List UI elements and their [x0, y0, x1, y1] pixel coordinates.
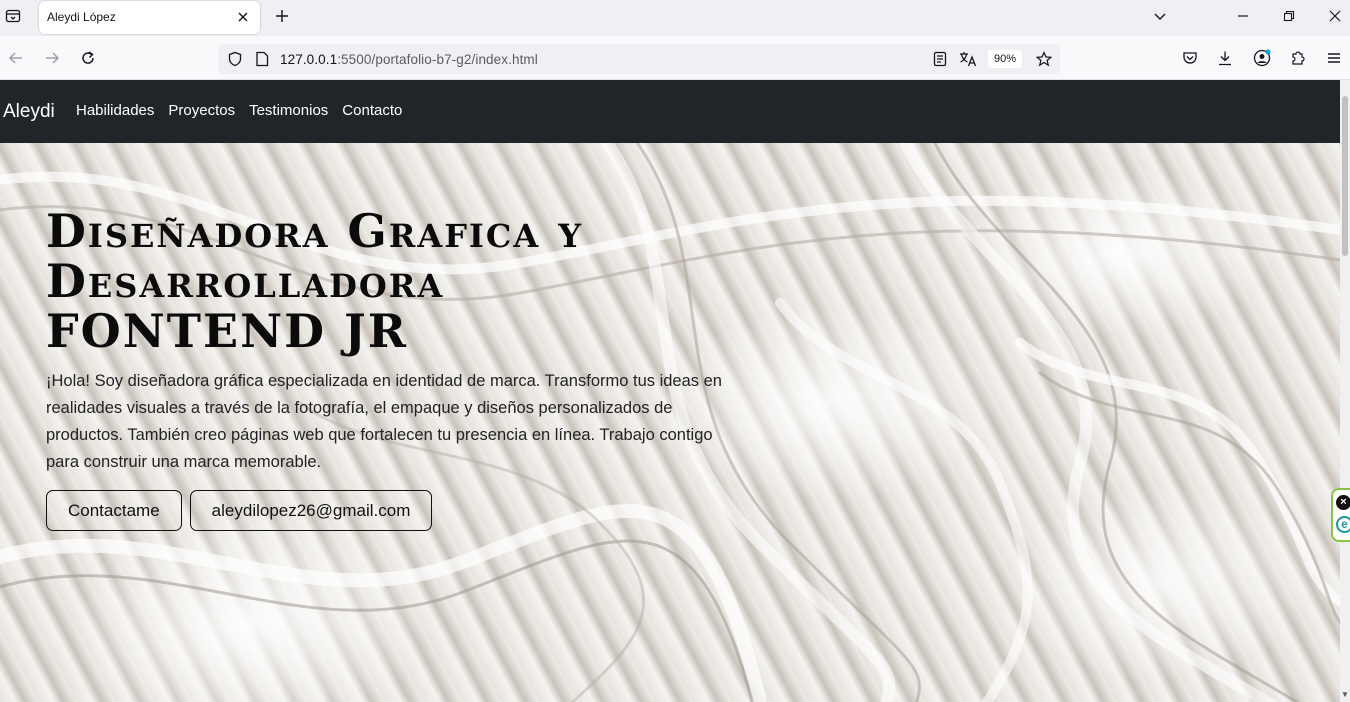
- close-circle-icon[interactable]: ×: [1336, 495, 1350, 510]
- chevron-down-icon[interactable]: [1147, 4, 1173, 28]
- contact-button[interactable]: Contactame: [46, 490, 182, 531]
- page-icon[interactable]: [253, 50, 271, 68]
- site-navbar: Aleydi Habilidades Proyectos Testimonios…: [0, 80, 1340, 143]
- browser-toolbar: 127.0.0.1:5500/portafolio-b7-g2/index.ht…: [0, 36, 1350, 80]
- scroll-down-arrow-icon[interactable]: ▼: [1341, 690, 1349, 700]
- reader-view-icon[interactable]: [931, 50, 949, 68]
- extension-e-icon[interactable]: e: [1336, 516, 1350, 533]
- minimize-icon[interactable]: [1230, 4, 1256, 28]
- hamburger-icon[interactable]: [1323, 47, 1345, 69]
- account-icon[interactable]: [1251, 47, 1273, 69]
- site-nav-links: Habilidades Proyectos Testimonios Contac…: [76, 102, 402, 119]
- puzzle-icon[interactable]: [1287, 47, 1309, 69]
- hero-title-line-2: Desarrolladora: [46, 254, 445, 308]
- url-path: :5500/portafolio-b7-g2/index.html: [337, 52, 538, 67]
- nav-link-habilidades[interactable]: Habilidades: [76, 102, 154, 119]
- url-host: 127.0.0.1: [280, 52, 338, 67]
- star-icon[interactable]: [1035, 50, 1053, 68]
- tab-bar: Aleydi López: [0, 0, 1350, 36]
- hero-title-line-1: Diseñadora Grafica y: [46, 204, 584, 258]
- hero-buttons: Contactame aleydilopez26@gmail.com: [46, 490, 433, 531]
- hero-section: Diseñadora Grafica y Desarrolladora FONT…: [0, 143, 1340, 702]
- nav-link-proyectos[interactable]: Proyectos: [168, 102, 235, 119]
- tab-list-icon[interactable]: [2, 5, 24, 27]
- tab-title: Aleydi López: [47, 10, 116, 24]
- hero-title-line-3: FONTEND JR: [46, 304, 409, 358]
- reload-icon[interactable]: [77, 47, 99, 69]
- url-text: 127.0.0.1:5500/portafolio-b7-g2/index.ht…: [280, 52, 538, 67]
- extension-side-widget[interactable]: × e: [1331, 488, 1350, 542]
- hero-title: Diseñadora Grafica y Desarrolladora FONT…: [46, 206, 746, 356]
- close-icon[interactable]: [234, 8, 252, 26]
- restore-icon[interactable]: [1276, 4, 1302, 28]
- pocket-icon[interactable]: [1179, 47, 1201, 69]
- scrollbar-thumb[interactable]: [1342, 96, 1348, 256]
- back-arrow-icon[interactable]: [5, 47, 27, 69]
- nav-link-testimonios[interactable]: Testimonios: [249, 102, 328, 119]
- nav-link-contacto[interactable]: Contacto: [342, 102, 402, 119]
- hero-description: ¡Hola! Soy diseñadora gráfica especializ…: [46, 372, 722, 471]
- site-brand[interactable]: Aleydi: [3, 101, 55, 123]
- translate-icon[interactable]: [959, 50, 977, 68]
- active-tab[interactable]: Aleydi López: [39, 1, 260, 34]
- url-bar[interactable]: 127.0.0.1:5500/portafolio-b7-g2/index.ht…: [218, 44, 1060, 74]
- plus-icon[interactable]: [272, 6, 292, 26]
- email-button[interactable]: aleydilopez26@gmail.com: [189, 490, 433, 531]
- window-close-icon[interactable]: [1322, 4, 1348, 28]
- zoom-level[interactable]: 90%: [988, 50, 1022, 68]
- web-page: Aleydi Habilidades Proyectos Testimonios…: [0, 80, 1340, 702]
- download-icon[interactable]: [1214, 47, 1236, 69]
- shield-icon[interactable]: [226, 50, 244, 68]
- forward-arrow-icon[interactable]: [41, 47, 63, 69]
- hero-content: Diseñadora Grafica y Desarrolladora FONT…: [46, 206, 746, 531]
